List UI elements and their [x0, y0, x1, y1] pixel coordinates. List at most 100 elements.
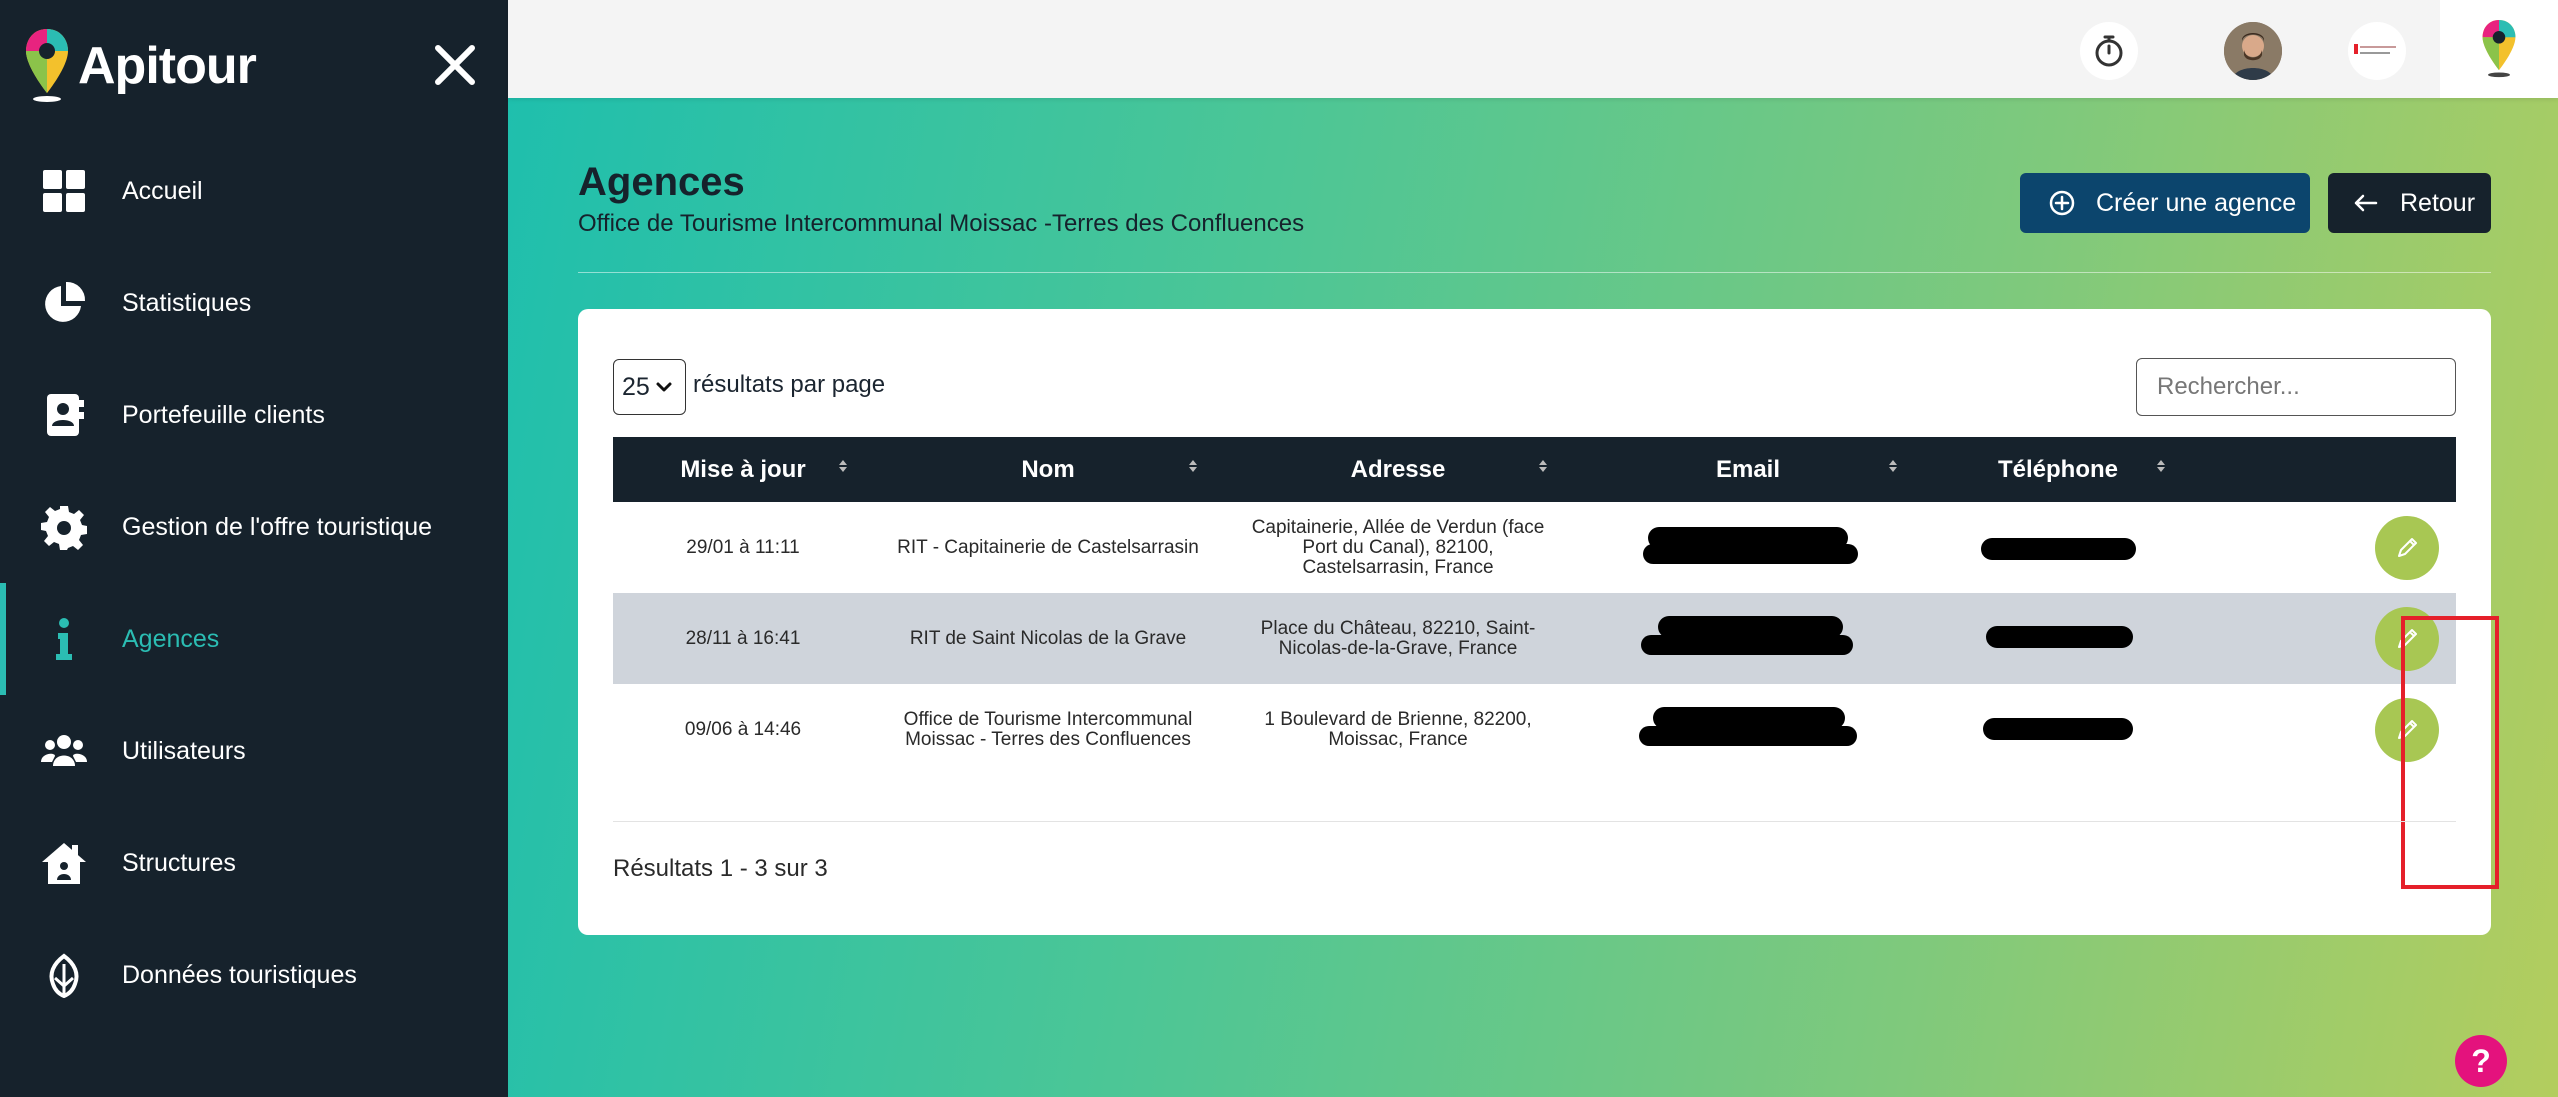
- leaf-icon: [40, 951, 88, 999]
- table-footer-divider: [613, 821, 2456, 822]
- timer-button[interactable]: [2080, 22, 2138, 80]
- pencil-icon: [2398, 629, 2417, 648]
- cell-name: Office de Tourisme Intercommunal Moissac…: [903, 708, 1193, 750]
- cell-updated: 28/11 à 16:41: [685, 627, 801, 649]
- redacted-phone: [1983, 718, 2133, 740]
- edit-button[interactable]: [2375, 698, 2439, 762]
- column-header-label: Adresse: [1350, 455, 1446, 483]
- back-button[interactable]: Retour: [2328, 173, 2491, 233]
- sidebar-item-label: Accueil: [122, 176, 203, 205]
- column-header-name[interactable]: Nom: [873, 437, 1223, 502]
- sidebar-item-statistiques[interactable]: Statistiques: [0, 247, 508, 359]
- avatar-icon: [2224, 22, 2282, 80]
- agencies-table: Mise à jour Nom Adresse Email Téléphone: [613, 437, 2456, 775]
- redacted-phone: [1981, 538, 2136, 560]
- pencil-icon: [2398, 720, 2417, 739]
- sidebar-item-gestion-offre[interactable]: Gestion de l'offre touristique: [0, 471, 508, 583]
- sort-icon: [1189, 460, 1197, 472]
- page-size-value: 25: [622, 372, 650, 401]
- sidebar-item-agences[interactable]: Agences: [0, 583, 508, 695]
- sidebar-item-accueil[interactable]: Accueil: [0, 135, 508, 247]
- sidebar: Apitour Accueil Statistiques Portefeuill…: [0, 0, 508, 1097]
- edit-button[interactable]: [2375, 516, 2439, 580]
- sort-icon: [2157, 460, 2165, 472]
- column-header-label: Mise à jour: [680, 455, 806, 483]
- brand-logo[interactable]: Apitour: [24, 26, 257, 106]
- app-logo-button[interactable]: [2440, 0, 2558, 98]
- redacted-email: [1639, 726, 1857, 746]
- page-title: Agences: [578, 160, 745, 204]
- close-icon: [435, 45, 475, 85]
- sidebar-item-label: Statistiques: [122, 288, 252, 317]
- cell-address: Capitainerie, Allée de Verdun (face Port…: [1251, 516, 1545, 578]
- table-row: 29/01 à 11:11 RIT - Capitainerie de Cast…: [613, 502, 2456, 593]
- contact-book-icon: [40, 391, 88, 439]
- redacted-email: [1643, 544, 1858, 564]
- cell-address: Place du Château, 82210, Saint-Nicolas-d…: [1260, 617, 1536, 659]
- info-icon: [40, 615, 88, 663]
- cell-name: RIT - Capitainerie de Castelsarrasin: [897, 536, 1199, 558]
- table-header: Mise à jour Nom Adresse Email Téléphone: [613, 437, 2456, 502]
- office-logo-icon: [2354, 44, 2396, 54]
- edit-button[interactable]: [2375, 607, 2439, 671]
- per-page-label: résultats par page: [693, 371, 886, 398]
- sidebar-item-structures[interactable]: Structures: [0, 807, 508, 919]
- sort-icon: [839, 460, 847, 472]
- grid-icon: [40, 167, 88, 215]
- office-logo[interactable]: [2348, 22, 2406, 80]
- cell-updated: 09/06 à 14:46: [684, 718, 802, 740]
- plus-circle-icon: [2049, 190, 2075, 216]
- sidebar-item-label: Structures: [122, 848, 236, 877]
- main-content: Agences Office de Tourisme Intercommunal…: [508, 98, 2558, 1097]
- column-header-label: Nom: [1021, 455, 1075, 483]
- column-header-email[interactable]: Email: [1573, 437, 1923, 502]
- sidebar-item-label: Agences: [122, 624, 220, 653]
- table-row: 28/11 à 16:41 RIT de Saint Nicolas de la…: [613, 593, 2456, 684]
- cell-name: RIT de Saint Nicolas de la Grave: [909, 627, 1187, 649]
- back-label: Retour: [2400, 188, 2476, 217]
- sort-icon: [1889, 460, 1897, 472]
- sidebar-item-label: Gestion de l'offre touristique: [122, 512, 433, 541]
- house-icon: [40, 839, 88, 887]
- cell-address: 1 Boulevard de Brienne, 82200, Moissac, …: [1264, 708, 1532, 750]
- map-pin-logo-icon: [2482, 20, 2516, 78]
- table-row: 09/06 à 14:46 Office de Tourisme Interco…: [613, 684, 2456, 775]
- column-header-label: Téléphone: [1997, 455, 2118, 483]
- stopwatch-icon: [2095, 35, 2123, 67]
- sidebar-item-utilisateurs[interactable]: Utilisateurs: [0, 695, 508, 807]
- help-label: ?: [2471, 1042, 2491, 1079]
- search-input[interactable]: [2136, 358, 2456, 416]
- brand-name: Apitour: [78, 37, 257, 95]
- close-sidebar-button[interactable]: [430, 40, 480, 90]
- create-agency-button[interactable]: Créer une agence: [2020, 173, 2310, 233]
- column-header-label: Email: [1715, 455, 1781, 483]
- help-button[interactable]: ?: [2455, 1035, 2507, 1087]
- redacted-phone: [1986, 626, 2133, 648]
- gear-icon: [40, 503, 88, 551]
- sidebar-nav: Accueil Statistiques Portefeuille client…: [0, 135, 508, 1031]
- results-count: Résultats 1 - 3 sur 3: [613, 855, 828, 882]
- pencil-icon: [2398, 538, 2417, 557]
- column-header-phone[interactable]: Téléphone: [1923, 437, 2193, 502]
- user-avatar[interactable]: [2224, 22, 2282, 80]
- cell-updated: 29/01 à 11:11: [686, 536, 800, 558]
- users-icon: [40, 727, 88, 775]
- column-header-address[interactable]: Adresse: [1223, 437, 1573, 502]
- sidebar-item-label: Utilisateurs: [122, 736, 246, 765]
- pie-chart-icon: [40, 279, 88, 327]
- chevron-down-icon: [656, 382, 672, 392]
- sort-icon: [1539, 460, 1547, 472]
- top-bar: [508, 0, 2558, 98]
- sidebar-item-donnees-touristiques[interactable]: Données touristiques: [0, 919, 508, 1031]
- arrow-left-icon: [2354, 194, 2378, 212]
- page-subtitle: Office de Tourisme Intercommunal Moissac…: [578, 210, 1305, 237]
- page-size-select[interactable]: 25: [613, 359, 686, 415]
- map-pin-logo-icon: [26, 29, 68, 102]
- sidebar-item-portefeuille-clients[interactable]: Portefeuille clients: [0, 359, 508, 471]
- sidebar-item-label: Portefeuille clients: [122, 400, 325, 429]
- create-agency-label: Créer une agence: [2096, 188, 2297, 217]
- header-divider: [578, 272, 2491, 273]
- sidebar-item-label: Données touristiques: [122, 960, 357, 989]
- column-header-updated[interactable]: Mise à jour: [613, 437, 873, 502]
- redacted-email: [1641, 635, 1853, 655]
